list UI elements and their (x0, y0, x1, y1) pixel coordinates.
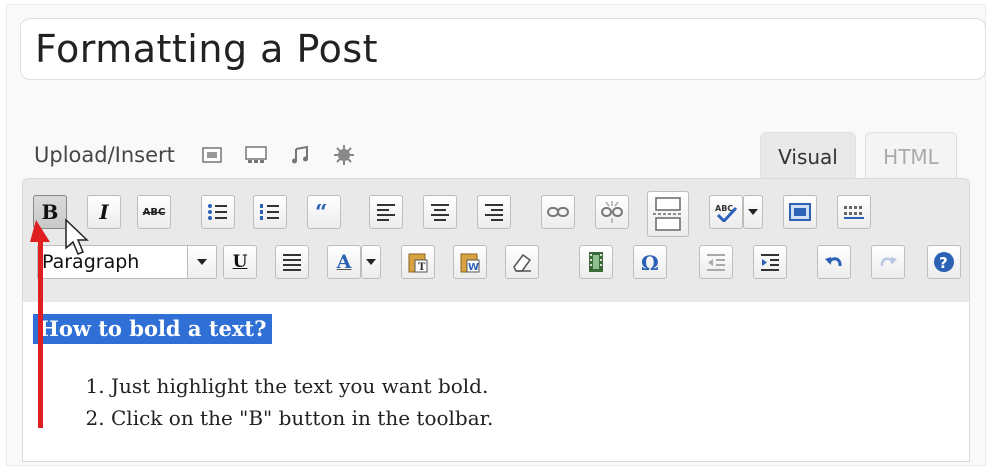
blockquote-icon: “ (315, 204, 328, 220)
omega-icon: Ω (641, 252, 659, 272)
annotation-arrow-icon (30, 220, 50, 428)
tab-html[interactable]: HTML (865, 132, 957, 180)
media-icon[interactable] (333, 144, 355, 166)
underline-button[interactable]: U (223, 245, 257, 279)
image-icon[interactable] (201, 144, 223, 166)
film-icon (589, 252, 603, 272)
format-select-arrow[interactable] (187, 246, 216, 278)
insert-more-button[interactable] (647, 191, 689, 237)
text-color-button[interactable]: A (327, 245, 361, 279)
redo-button[interactable] (871, 245, 905, 279)
spellcheck-button[interactable]: ABC (709, 195, 743, 229)
bulleted-list-button[interactable] (201, 195, 235, 229)
kitchen-sink-icon (844, 206, 864, 219)
remove-link-button[interactable] (595, 195, 629, 229)
svg-text:W: W (468, 262, 479, 273)
underline-label: U (232, 252, 248, 272)
list-item: Just highlight the text you want bold. (111, 374, 493, 398)
svg-text:?: ? (939, 254, 948, 272)
video-icon[interactable] (245, 144, 267, 166)
eraser-icon (513, 253, 532, 272)
svg-text:Ω: Ω (641, 252, 659, 272)
help-button[interactable]: ? (927, 245, 961, 279)
spellcheck-dropdown[interactable] (743, 195, 763, 229)
editor-toolbar: B I ABC “ ABC Paragraph U A T W Ω ? (22, 178, 970, 302)
post-title-text: Formatting a Post (35, 27, 379, 71)
align-center-button[interactable] (423, 195, 457, 229)
svg-text:T: T (418, 262, 426, 273)
link-icon (547, 207, 569, 217)
numbered-list-button[interactable] (253, 195, 287, 229)
paste-word-button[interactable]: W (453, 245, 487, 279)
indent-button[interactable] (753, 245, 787, 279)
indent-icon (761, 254, 779, 271)
align-left-icon (377, 204, 395, 221)
list-item: Click on the "B" button in the toolbar. (111, 406, 493, 430)
align-left-button[interactable] (369, 195, 403, 229)
fullscreen-button[interactable] (783, 195, 817, 229)
toggle-kitchen-sink-button[interactable] (837, 195, 871, 229)
media-buttons: Upload/Insert (34, 140, 377, 170)
chevron-down-icon (366, 259, 376, 265)
chevron-down-icon (197, 259, 207, 265)
text-color-label: A (336, 251, 352, 273)
svg-text:“: “ (315, 204, 328, 220)
italic-label: I (99, 200, 109, 224)
help-icon: ? (934, 252, 954, 272)
bulleted-list-icon (208, 204, 227, 220)
align-center-icon (431, 204, 449, 221)
blockquote-button[interactable]: “ (307, 195, 341, 229)
special-character-button[interactable]: Ω (633, 245, 667, 279)
paste-text-button[interactable]: T (401, 245, 435, 279)
undo-button[interactable] (817, 245, 851, 279)
steps-list: Just highlight the text you want bold. C… (83, 374, 493, 438)
outdent-button[interactable] (699, 245, 733, 279)
paste-text-icon: T (408, 253, 428, 273)
justify-icon (283, 254, 301, 271)
more-tag-icon (653, 197, 683, 231)
undo-icon (825, 257, 842, 267)
outdent-icon (707, 254, 725, 271)
tab-visual[interactable]: Visual (760, 132, 856, 180)
align-right-button[interactable] (477, 195, 511, 229)
strikethrough-label: ABC (142, 206, 166, 218)
redo-icon (880, 257, 897, 267)
insert-media-button[interactable] (579, 245, 613, 279)
upload-insert-label: Upload/Insert (34, 143, 175, 167)
numbered-list-icon (260, 204, 279, 220)
unlink-icon (601, 201, 623, 223)
align-right-icon (485, 204, 503, 221)
chevron-down-icon (748, 209, 758, 215)
editor-content[interactable]: How to bold a text? Just highlight the t… (22, 302, 970, 462)
paste-word-icon: W (460, 253, 480, 273)
italic-button[interactable]: I (87, 195, 121, 229)
spellcheck-icon: ABC (715, 204, 738, 222)
selected-heading[interactable]: How to bold a text? (33, 314, 273, 344)
fullscreen-icon (789, 203, 811, 221)
text-color-dropdown[interactable] (361, 245, 381, 279)
mouse-cursor-icon (65, 218, 89, 255)
strikethrough-button[interactable]: ABC (137, 195, 171, 229)
post-title-field[interactable]: Formatting a Post (20, 18, 986, 80)
insert-link-button[interactable] (541, 195, 575, 229)
justify-button[interactable] (275, 245, 309, 279)
remove-format-button[interactable] (505, 245, 539, 279)
svg-text:ABC: ABC (715, 204, 733, 213)
audio-icon[interactable] (289, 144, 311, 166)
